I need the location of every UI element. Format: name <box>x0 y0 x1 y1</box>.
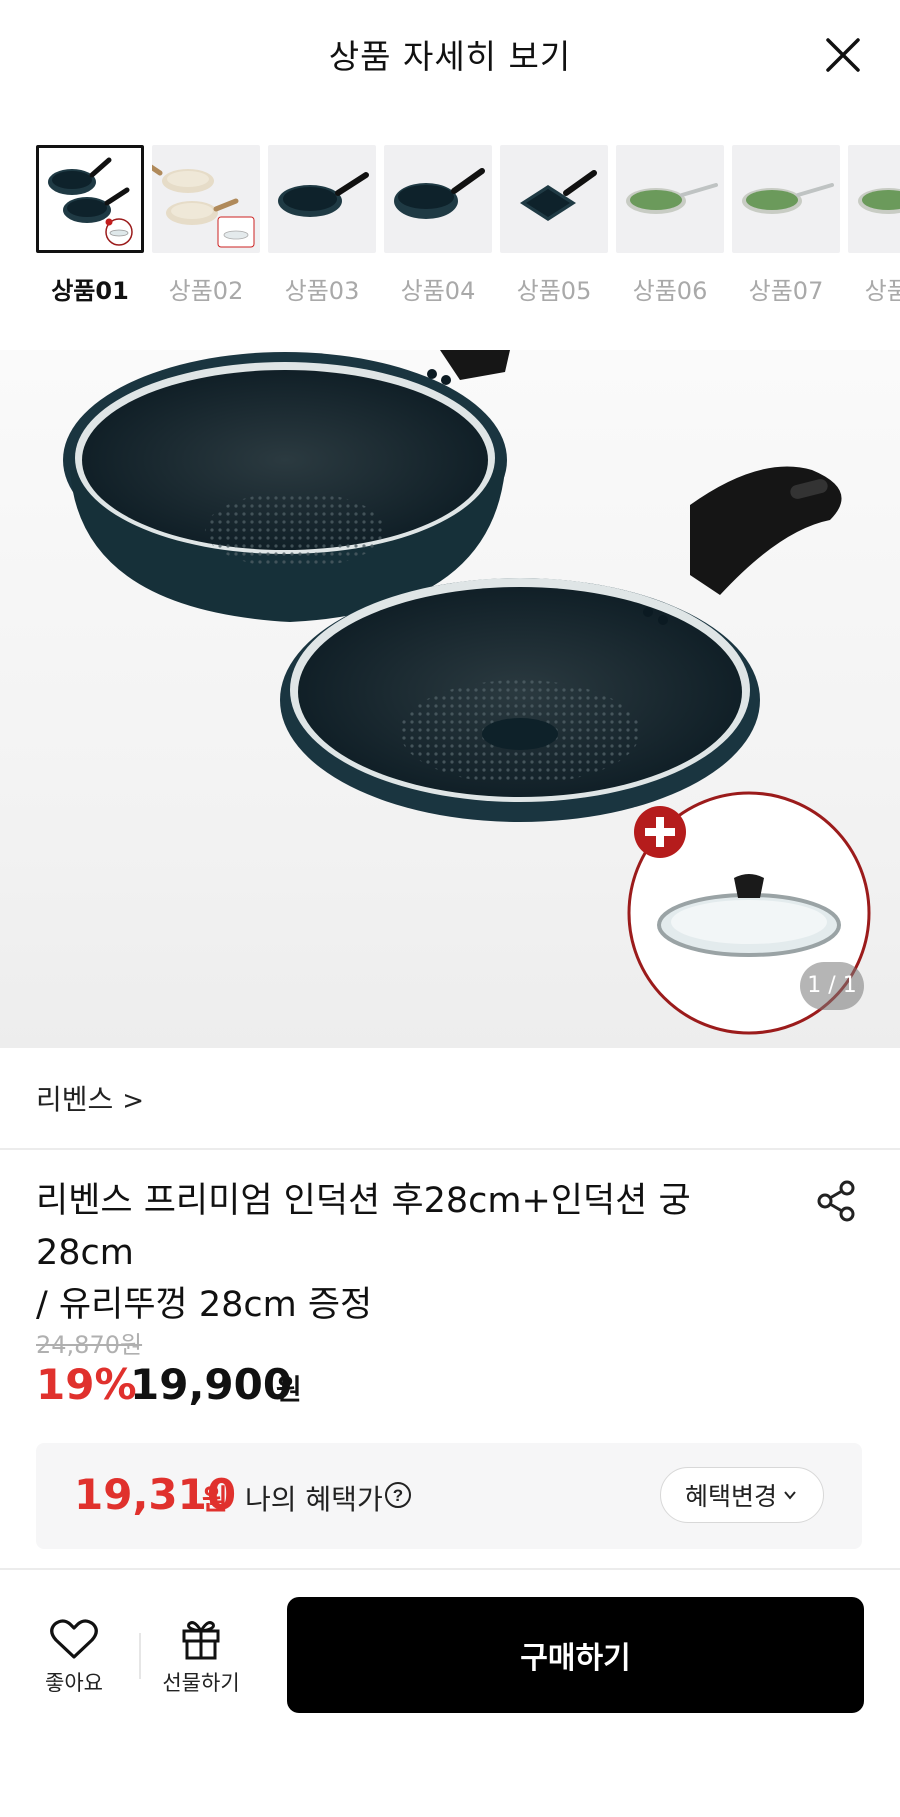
thumbnail-product-04[interactable] <box>384 145 492 253</box>
sale-price: 19,900 <box>130 1360 293 1409</box>
cream-pan-set-image <box>152 164 255 248</box>
thumbnail-product-03[interactable] <box>268 145 376 253</box>
thumbnail-product-05[interactable] <box>500 145 608 253</box>
benefit-change-button[interactable]: 혜택변경 <box>660 1467 824 1523</box>
thumbnail-label[interactable]: 상품08 <box>848 271 900 306</box>
green-pan-image <box>858 188 900 214</box>
green-pan-image <box>626 183 718 214</box>
thumbnail-label[interactable]: 상품02 <box>152 271 260 306</box>
question-circle-icon: ? <box>385 1482 411 1508</box>
help-button[interactable]: ? <box>384 1481 412 1509</box>
gift-icon <box>182 1621 220 1660</box>
close-button[interactable] <box>818 30 868 80</box>
square-pan-image <box>520 170 597 221</box>
thumbnail-label[interactable]: 상품01 <box>36 271 144 306</box>
gift-button[interactable]: 선물하기 <box>156 1615 246 1695</box>
chevron-down-icon <box>784 1491 796 1500</box>
gift-label: 선물하기 <box>162 1671 240 1695</box>
sale-price-unit: 원 <box>276 1373 302 1406</box>
product-main-image[interactable] <box>0 350 900 1048</box>
pan-set-illustration <box>63 350 871 1035</box>
thumbnail-product-02[interactable] <box>152 145 260 253</box>
share-button[interactable] <box>812 1176 862 1226</box>
frying-pan-set-image <box>48 157 133 246</box>
divider <box>0 1568 900 1570</box>
product-title-line-2: / 유리뚜껑 28cm 증정 <box>36 1285 373 1325</box>
thumbnail-label[interactable]: 상품04 <box>384 271 492 306</box>
svg-text:?: ? <box>393 1486 403 1505</box>
page-title: 상품 자세히 보기 <box>328 37 572 76</box>
share-icon <box>817 1180 855 1222</box>
benefit-price-unit: 원 <box>202 1483 228 1516</box>
thumbnail-product-06[interactable] <box>616 145 724 253</box>
thumbnail-product-07[interactable] <box>732 145 840 253</box>
thumbnail-label[interactable]: 상품07 <box>732 271 840 306</box>
product-title-line-1: 리벤스 프리미엄 인덕션 후28cm+인덕션 궁28cm <box>36 1181 691 1273</box>
buy-button[interactable]: 구매하기 <box>287 1597 864 1713</box>
image-counter: 1 / 1 <box>800 962 864 1010</box>
thumbnail-label[interactable]: 상품05 <box>500 271 608 306</box>
discount-rate: 19% <box>36 1360 137 1409</box>
like-button[interactable]: 좋아요 <box>34 1615 114 1695</box>
benefit-change-label: 혜택변경 <box>684 1482 777 1511</box>
heart-icon <box>50 1619 98 1659</box>
benefit-label: 나의 혜택가 <box>245 1483 383 1516</box>
brand-link[interactable]: 리벤스 > <box>36 1078 144 1118</box>
divider <box>139 1633 141 1679</box>
thumbnail-product-01[interactable] <box>36 145 144 253</box>
like-label: 좋아요 <box>45 1671 103 1695</box>
original-price: 24,870원 <box>36 1331 143 1359</box>
chevron-right-icon: > <box>122 1086 144 1116</box>
thumbnail-product-08[interactable] <box>848 145 900 253</box>
wok-pan-image <box>394 168 485 219</box>
close-icon <box>826 38 860 72</box>
green-pan-image <box>742 183 834 214</box>
divider <box>0 1148 900 1150</box>
thumbnail-label[interactable]: 상품06 <box>616 271 724 306</box>
thumbnail-label[interactable]: 상품03 <box>268 271 376 306</box>
brand-name: 리벤스 <box>36 1083 114 1116</box>
frying-pan-image <box>278 172 369 217</box>
thumbnail-strip: 상품01 상품02 상품03 상품04 상품05 상품06 상품07 상품 <box>0 145 900 315</box>
product-title: 리벤스 프리미엄 인덕션 후28cm+인덕션 궁28cm / 유리뚜껑 28cm… <box>36 1175 776 1331</box>
